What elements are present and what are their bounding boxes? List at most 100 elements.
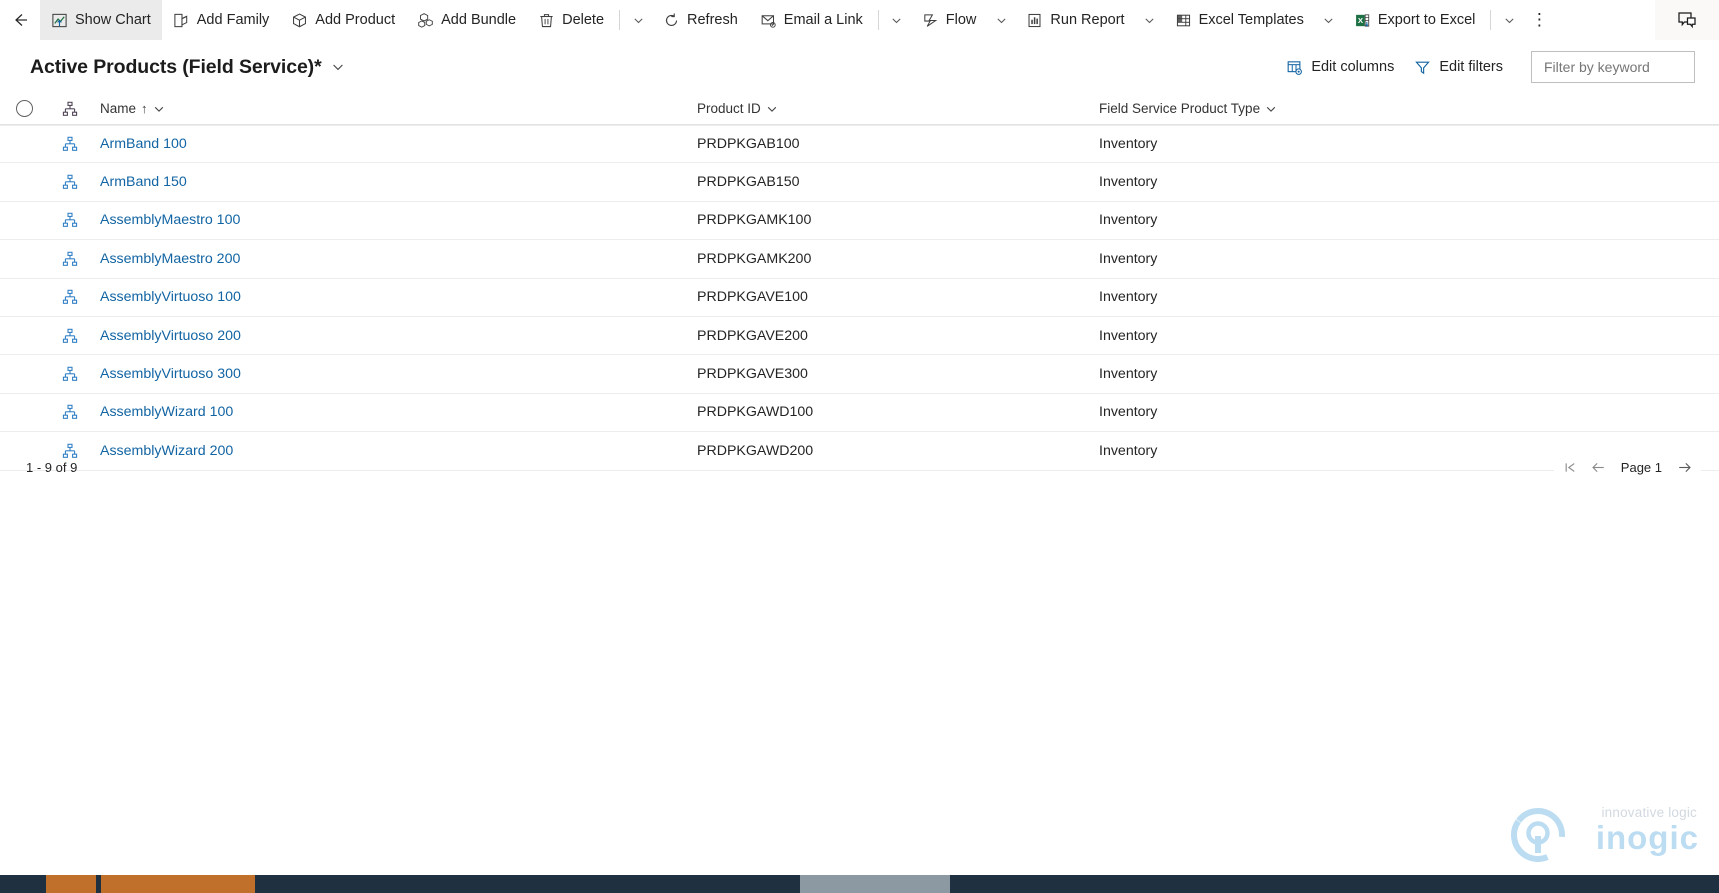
back-button[interactable] [0,0,40,40]
feedback-chat-icon [1678,12,1696,29]
excel-templates-label: Excel Templates [1198,11,1304,28]
email-a-link-button[interactable]: Email a Link [749,0,874,40]
taskbar-segment [950,875,1719,893]
column-header-product-id[interactable]: Product ID [697,101,1099,116]
export-excel-icon: X [1354,12,1371,29]
run-report-button[interactable]: Run Report [1015,0,1135,40]
row-name-cell: AssemblyVirtuoso 300 [92,365,697,383]
column-header-product-id-label: Product ID [697,101,761,116]
add-family-button[interactable]: Add Family [162,0,281,40]
grid-header-row: Name ↑ Product ID Field Service Product … [0,93,1719,125]
excel-templates-icon [1175,12,1192,29]
inogic-logo-icon [1511,808,1565,862]
product-name-link[interactable]: ArmBand 150 [100,174,187,190]
more-commands-button[interactable]: ⋮ [1523,0,1555,40]
product-name-link[interactable]: AssemblyWizard 100 [100,404,233,420]
flow-button[interactable]: Flow [911,0,988,40]
refresh-button[interactable]: Refresh [652,0,749,40]
command-separator [1490,10,1492,30]
add-product-button[interactable]: Add Product [280,0,406,40]
chevron-down-icon [1145,17,1154,23]
column-menu-chevron-down-icon[interactable] [1265,103,1277,115]
excel-templates-button[interactable]: Excel Templates [1164,0,1315,40]
column-menu-chevron-down-icon[interactable] [766,103,778,115]
row-hierarchy-cell[interactable] [48,174,92,190]
edit-filters-button[interactable]: Edit filters [1404,53,1513,82]
pagination-controls: Page 1 [1553,453,1701,482]
edit-columns-label: Edit columns [1311,59,1395,75]
column-header-field-service-product-type[interactable]: Field Service Product Type [1099,101,1693,116]
table-row[interactable]: AssemblyVirtuoso 100 PRDPKGAVE100 Inventor… [0,278,1719,317]
show-chart-label: Show Chart [75,11,151,28]
hierarchy-icon [62,213,78,228]
delete-label: Delete [562,11,605,28]
export-to-excel-button[interactable]: X Export to Excel [1343,0,1487,40]
row-product-id-cell: PRDPKGAVE100 [697,289,808,306]
product-name-link[interactable]: AssemblyVirtuoso 200 [100,328,241,344]
row-hierarchy-cell[interactable] [48,289,92,305]
table-row[interactable]: AssemblyMaestro 200 PRDPKGAMK200 Inventory [0,240,1719,279]
table-row[interactable]: ArmBand 150 PRDPKGAB150 Inventory [0,163,1719,202]
product-name-link[interactable]: ArmBand 100 [100,136,187,152]
row-product-id-cell: PRDPKGAB100 [697,136,800,153]
watermark-wordmark: inogic [1595,819,1699,856]
table-row[interactable]: ArmBand 100 PRDPKGAB100 Inventory [0,125,1719,164]
trash-icon [538,12,555,29]
export-to-excel-more-caret[interactable] [1495,0,1523,40]
taskbar-segment [255,875,800,893]
hierarchy-icon [62,290,78,305]
edit-columns-button[interactable]: Edit columns [1276,53,1404,82]
product-name-link[interactable]: AssemblyMaestro 200 [100,251,240,267]
column-header-name[interactable]: Name ↑ [92,101,697,116]
hierarchy-icon [62,136,78,152]
add-bundle-icon [417,12,434,29]
run-report-icon [1026,12,1043,29]
row-hierarchy-cell[interactable] [48,136,92,152]
row-hierarchy-cell[interactable] [48,328,92,344]
refresh-icon [663,12,680,29]
row-name-cell: ArmBand 150 [92,173,697,191]
table-row[interactable]: AssemblyVirtuoso 200 PRDPKGAVE200 Inventor… [0,316,1719,356]
view-selector-chevron-down-icon[interactable] [331,60,345,74]
row-product-type-cell: Inventory [1099,174,1158,191]
product-name-link[interactable]: AssemblyMaestro 100 [100,212,240,228]
row-hierarchy-cell[interactable] [48,366,92,382]
previous-page-button[interactable] [1586,456,1612,480]
select-all-circle[interactable] [15,100,33,117]
product-name-link[interactable]: AssemblyVirtuoso 300 [100,366,241,382]
delete-more-caret[interactable] [624,0,652,40]
row-hierarchy-cell[interactable] [48,251,92,267]
select-all-cell[interactable] [0,100,48,117]
page-title[interactable]: Active Products (Field Service)* [30,56,322,79]
row-hierarchy-cell[interactable] [48,212,92,228]
watermark-tagline: innovative logic [1601,805,1697,820]
command-bar-spacer [1555,0,1655,40]
table-row[interactable]: AssemblyMaestro 100 PRDPKGAMK100 Inventory [0,201,1719,241]
first-page-button[interactable] [1558,456,1584,480]
filter-by-keyword-box[interactable] [1531,51,1695,83]
refresh-label: Refresh [687,11,738,28]
table-row[interactable]: AssemblyWizard 100 PRDPKGAWD100 Inventory [0,393,1719,433]
next-page-button[interactable] [1671,456,1697,480]
table-row[interactable]: AssemblyVirtuoso 300 PRDPKGAVE300 Inventor… [0,355,1719,394]
row-product-type-cell: Inventory [1099,212,1158,229]
show-chart-button[interactable]: Show Chart [40,0,162,40]
search-input[interactable] [1542,58,1684,76]
row-hierarchy-cell[interactable] [48,404,92,420]
row-product-id-cell: PRDPKGAVE300 [697,366,808,383]
row-product-type-cell: Inventory [1099,250,1158,267]
excel-templates-more-caret[interactable] [1315,0,1343,40]
add-bundle-label: Add Bundle [441,11,517,28]
flow-more-caret[interactable] [987,0,1015,40]
run-report-more-caret[interactable] [1136,0,1164,40]
filter-icon [1414,59,1431,76]
command-separator [619,10,621,30]
email-a-link-more-caret[interactable] [883,0,911,40]
add-family-label: Add Family [196,11,270,28]
product-name-link[interactable]: AssemblyVirtuoso 100 [100,289,241,305]
grid-body: ArmBand 100 PRDPKGAB100 Inventory ArmBand … [0,125,1719,471]
feedback-button[interactable] [1655,0,1719,40]
delete-button[interactable]: Delete [527,0,615,40]
column-menu-chevron-down-icon[interactable] [153,103,165,115]
add-bundle-button[interactable]: Add Bundle [406,0,527,40]
